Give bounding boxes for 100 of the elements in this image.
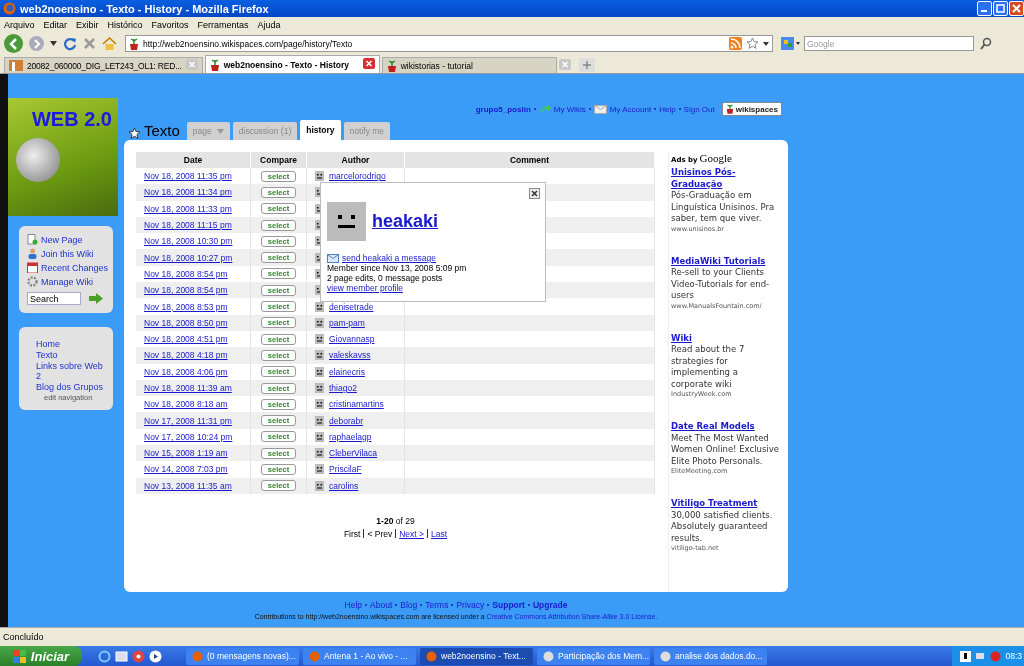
rss-icon[interactable] (729, 37, 742, 50)
ad-title-link[interactable]: Vitiligo Treatment (671, 498, 779, 510)
menu-item[interactable]: Editar (43, 20, 68, 30)
browser-tab[interactable]: wikistorias - tutorial (381, 57, 557, 73)
date-link[interactable]: Nov 18, 2008 8:54 pm (144, 268, 228, 279)
dropdown-icon[interactable] (50, 41, 57, 46)
pager-link[interactable]: Next > (399, 528, 425, 539)
maximize-button[interactable] (993, 1, 1008, 16)
browser-tab[interactable]: web2noensino - Texto - History (204, 55, 380, 73)
menu-item[interactable]: Exibir (76, 20, 99, 30)
sidebar-link[interactable]: Recent Changes (41, 262, 109, 273)
dropdown-icon[interactable] (763, 41, 769, 46)
address-field[interactable]: http://web2noensino.wikispaces.com/page/history/Texto (125, 35, 773, 52)
browser-icon[interactable] (98, 649, 111, 663)
date-link[interactable]: Nov 18, 2008 8:53 pm (144, 301, 228, 312)
author-link[interactable]: marcelorodrigo (329, 171, 386, 182)
caret-icon (216, 128, 224, 134)
stop-icon[interactable] (83, 37, 96, 50)
author-link[interactable]: raphaelagp (329, 431, 372, 442)
user-link[interactable]: My Wikis (553, 104, 586, 114)
menu-item[interactable]: Arquivo (4, 20, 35, 30)
plus-icon (582, 61, 591, 69)
footer-link[interactable]: Terms (425, 600, 449, 610)
date-link[interactable]: Nov 18, 2008 4:06 pm (144, 366, 228, 377)
author-link[interactable]: cristinamartins (329, 399, 384, 410)
author-link[interactable]: elainecris (329, 366, 365, 377)
footer-link[interactable]: About (370, 600, 393, 610)
search-engine-icon[interactable] (781, 37, 801, 50)
footer-link[interactable]: Blog (400, 600, 418, 610)
home-icon[interactable] (102, 36, 117, 51)
back-button[interactable] (4, 34, 23, 53)
ad-title-link[interactable]: Wiki (671, 332, 779, 344)
start-button[interactable]: Iniciar (0, 646, 82, 666)
date-link[interactable]: Nov 18, 2008 10:30 pm (144, 236, 233, 247)
close-icon[interactable] (529, 188, 540, 199)
new-tab-button[interactable] (578, 58, 595, 72)
avatar-icon (315, 480, 324, 491)
taskbar-button[interactable]: (0 mensagens novas)... (186, 647, 299, 665)
arrow-right-icon[interactable] (89, 293, 103, 304)
date-link[interactable]: Nov 18, 2008 8:18 am (144, 399, 228, 410)
footer-link[interactable]: Upgrade (532, 600, 568, 610)
taskbar-button[interactable]: analise dos dados.do... (654, 647, 767, 665)
user-link[interactable]: My Account (609, 104, 652, 114)
menu-item[interactable]: Ajuda (257, 20, 281, 30)
media-icon[interactable] (132, 649, 145, 663)
navigation-link[interactable]: Links sobre Web 2 (36, 361, 105, 381)
search-field[interactable]: Search (27, 292, 81, 305)
message-link[interactable]: send heakaki a message (342, 253, 437, 263)
taskbar-button[interactable]: Participação dos Mem... (537, 647, 650, 665)
sidebar-link[interactable]: New Page (41, 234, 83, 245)
author-link[interactable]: carolins (329, 480, 359, 491)
username-link[interactable]: heakaki (372, 211, 439, 232)
logo-image[interactable]: WEB 2.0 (8, 98, 118, 216)
page-tab[interactable]: history (300, 120, 341, 140)
footer-link[interactable]: Support (492, 600, 525, 610)
user-link[interactable]: grupo5_poslin (475, 104, 531, 114)
browser-tab[interactable]: 20082_060000_DIG_LET243_OL1: RED... (4, 57, 203, 73)
star-icon[interactable] (128, 127, 141, 140)
sidebar-link[interactable]: Join this Wiki (41, 248, 94, 259)
date-link[interactable]: Nov 14, 2008 7:03 pm (144, 464, 228, 475)
author-link[interactable]: thiago2 (329, 383, 357, 393)
avatar-icon (315, 317, 324, 328)
taskbar-button[interactable]: Antena 1 - Ao vivo - ... (303, 647, 416, 665)
minimize-button[interactable] (977, 1, 992, 16)
menu-item[interactable]: Favoritos (151, 20, 189, 30)
search-field[interactable]: Google (804, 36, 974, 51)
navigation-link[interactable]: Texto (36, 350, 105, 360)
navigation-link[interactable]: Home (36, 339, 105, 349)
footer-link[interactable]: Help (344, 600, 363, 610)
user-link[interactable]: Help (659, 104, 676, 114)
close-icon[interactable] (362, 57, 375, 69)
author-link[interactable]: PriscilaF (329, 464, 362, 475)
footer-link[interactable]: Privacy (456, 600, 485, 610)
navigation-link[interactable]: Blog dos Grupos (36, 382, 105, 392)
menu-item[interactable]: Histórico (107, 20, 143, 30)
desktop-icon[interactable] (115, 649, 128, 663)
ad-title-link[interactable]: MediaWiki Tutorials (671, 255, 779, 267)
author-link[interactable]: denisetrade (329, 301, 374, 312)
sidebar-link[interactable]: Manage Wiki (41, 276, 94, 287)
author-link[interactable]: Giovannasp (329, 334, 375, 345)
reload-icon[interactable] (63, 36, 77, 51)
date-link[interactable]: Nov 18, 2008 11:35 pm (144, 171, 232, 182)
star-icon[interactable] (746, 37, 759, 50)
forward-button[interactable] (29, 36, 44, 51)
play-icon[interactable] (149, 649, 162, 663)
ad-title-link[interactable]: Unisinos Pós-Graduação (671, 167, 779, 190)
ad-title-link[interactable]: Date Real Models (671, 421, 779, 433)
pager-link[interactable]: Last (431, 528, 448, 539)
menu-item[interactable]: Ferramentas (197, 20, 249, 30)
app-icon (426, 650, 437, 662)
date-link[interactable]: Nov 18, 2008 11:33 pm (144, 203, 232, 214)
help-icon[interactable] (960, 650, 972, 662)
user-link[interactable]: Sign Out (683, 104, 715, 114)
close-button[interactable] (1009, 1, 1024, 16)
date-link[interactable]: Nov 17, 2008 10:24 pm (144, 431, 233, 442)
wikispaces-badge[interactable]: wikispaces (721, 102, 782, 116)
search-icon[interactable] (980, 36, 992, 51)
date-link[interactable]: Nov 18, 2008 4:51 pm (144, 334, 228, 345)
profile-link[interactable]: view member profile (327, 283, 404, 293)
taskbar-button[interactable]: web2noensino - Text... (420, 647, 533, 665)
